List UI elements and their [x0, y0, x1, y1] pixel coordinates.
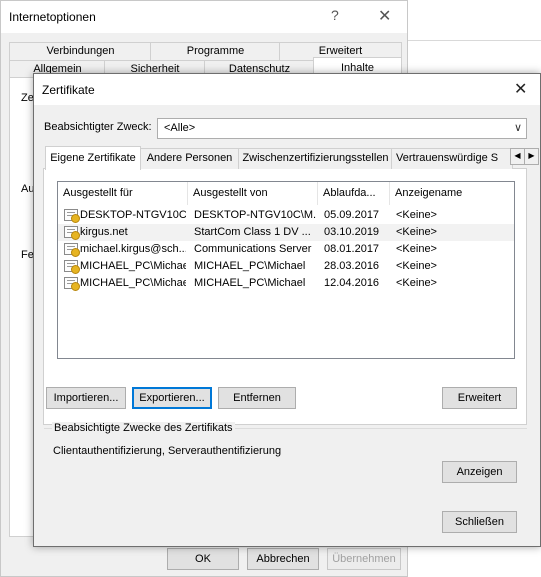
- cell-display-name: <Keine>: [396, 209, 437, 221]
- advanced-button[interactable]: Erweitert: [442, 387, 517, 409]
- cell-issued-to: MICHAEL_PC\Michael: [80, 260, 186, 272]
- cell-display-name: <Keine>: [396, 260, 437, 272]
- tab-scroll-left-icon[interactable]: ◀: [510, 148, 525, 165]
- cell-issued-by: MICHAEL_PC\Michael: [194, 260, 306, 272]
- purpose-dropdown[interactable]: <Alle> ∨: [157, 118, 527, 139]
- tab-eigene-zertifikate[interactable]: Eigene Zertifikate: [45, 146, 141, 170]
- purposes-title: Beabsichtigte Zwecke des Zertifikats: [52, 422, 235, 434]
- tab-scroll-right-icon[interactable]: ▶: [524, 148, 539, 165]
- certificate-list[interactable]: Ausgestellt für Ausgestellt von Ablaufda…: [57, 181, 515, 359]
- cell-issued-by: StartCom Class 1 DV ...: [194, 226, 311, 238]
- cell-display-name: <Keine>: [396, 226, 437, 238]
- tab-andere-personen[interactable]: Andere Personen: [139, 148, 240, 169]
- tab-zwischenzertifizierungsstellen[interactable]: Zwischenzertifizierungsstellen: [238, 148, 393, 169]
- certificate-icon: [64, 226, 80, 240]
- background-divider: [408, 40, 541, 41]
- table-row[interactable]: kirgus.net StartCom Class 1 DV ... 03.10…: [58, 224, 514, 241]
- close-dialog-button[interactable]: Schließen: [442, 511, 517, 533]
- dialog-title: Zertifikate: [42, 83, 95, 97]
- parent-fragment-ze: Ze: [21, 92, 34, 104]
- certificate-icon: [64, 243, 80, 257]
- cell-expires: 05.09.2017: [324, 209, 380, 221]
- certificates-dialog: Zertifikate ✕ Beabsichtigter Zweck: <All…: [33, 73, 541, 547]
- view-button[interactable]: Anzeigen: [442, 461, 517, 483]
- column-header-expiration[interactable]: Ablaufda...: [318, 182, 390, 205]
- certificate-icon: [64, 260, 80, 274]
- chevron-down-icon: ∨: [513, 122, 522, 134]
- certificate-icon: [64, 277, 80, 291]
- dialog-title-bar: Zertifikate ✕: [34, 74, 540, 105]
- apply-button[interactable]: Übernehmen: [327, 548, 401, 570]
- cell-issued-by: DESKTOP-NTGV10C\M...: [194, 209, 316, 221]
- close-icon[interactable]: ✕: [514, 79, 527, 99]
- table-row[interactable]: DESKTOP-NTGV10C... DESKTOP-NTGV10C\M... …: [58, 207, 514, 224]
- export-button[interactable]: Exportieren...: [132, 387, 212, 409]
- column-header-display-name[interactable]: Anzeigename: [390, 182, 514, 205]
- cell-expires: 03.10.2019: [324, 226, 380, 238]
- cell-expires: 08.01.2017: [324, 243, 380, 255]
- parent-title-bar: Internetoptionen ? ✕: [1, 1, 407, 33]
- purposes-text: Clientauthentifizierung, Serverauthentif…: [53, 445, 282, 457]
- purpose-dropdown-value: <Alle>: [164, 122, 196, 134]
- cell-issued-by: Communications Server: [194, 243, 312, 255]
- cell-expires: 12.04.2016: [324, 277, 380, 289]
- tab-programme[interactable]: Programme: [150, 42, 281, 60]
- table-row[interactable]: michael.kirgus@sch... Communications Ser…: [58, 241, 514, 258]
- cell-expires: 28.03.2016: [324, 260, 380, 272]
- cell-issued-by: MICHAEL_PC\Michael: [194, 277, 306, 289]
- help-icon[interactable]: ?: [331, 7, 339, 23]
- table-row[interactable]: MICHAEL_PC\Michael MICHAEL_PC\Michael 28…: [58, 258, 514, 275]
- column-header-issued-to[interactable]: Ausgestellt für: [58, 182, 188, 205]
- cell-issued-to: DESKTOP-NTGV10C...: [80, 209, 186, 221]
- ok-button[interactable]: OK: [167, 548, 239, 570]
- column-header-issued-by[interactable]: Ausgestellt von: [188, 182, 318, 205]
- cell-issued-to: MICHAEL_PC\Michael: [80, 277, 186, 289]
- certificate-icon: [64, 209, 80, 223]
- close-icon[interactable]: ✕: [378, 6, 391, 26]
- cell-display-name: <Keine>: [396, 277, 437, 289]
- parent-fragment-fe: Fe: [21, 249, 34, 261]
- tab-vertrauenswuerdige[interactable]: Vertrauenswürdige S: [391, 148, 513, 169]
- cell-issued-to: michael.kirgus@sch...: [80, 243, 186, 255]
- purpose-label: Beabsichtigter Zweck:: [44, 121, 152, 133]
- tab-verbindungen[interactable]: Verbindungen: [9, 42, 152, 60]
- cell-issued-to: kirgus.net: [80, 226, 128, 238]
- cancel-button[interactable]: Abbrechen: [247, 548, 319, 570]
- remove-button[interactable]: Entfernen: [218, 387, 296, 409]
- parent-window-title: Internetoptionen: [9, 10, 96, 24]
- import-button[interactable]: Importieren...: [46, 387, 126, 409]
- table-row[interactable]: MICHAEL_PC\Michael MICHAEL_PC\Michael 12…: [58, 275, 514, 292]
- cell-display-name: <Keine>: [396, 243, 437, 255]
